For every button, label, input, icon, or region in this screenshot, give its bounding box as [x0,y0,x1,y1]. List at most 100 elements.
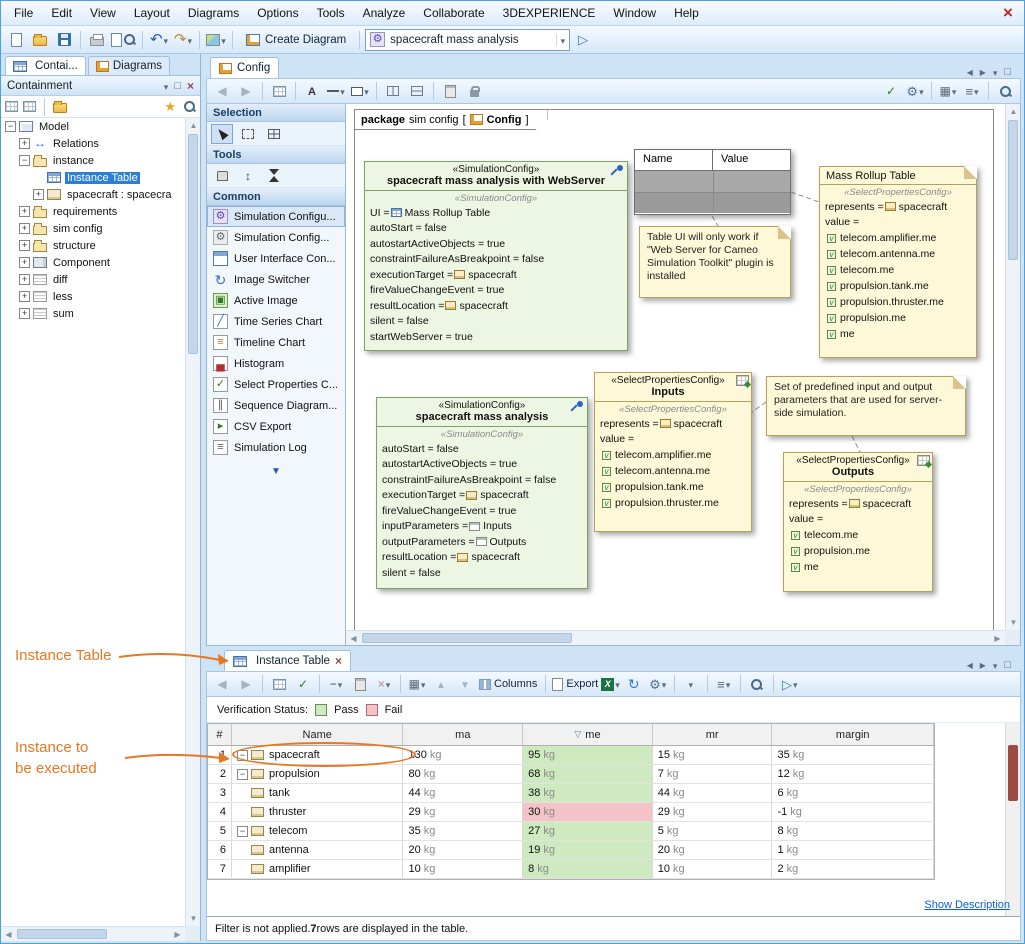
name-cell[interactable]: thruster [232,803,404,821]
maximize-panel-icon[interactable] [1004,65,1011,78]
horizontal-scrollbar[interactable]: ◀ ▶ [346,630,1005,645]
tree-item[interactable]: +structure [1,237,185,254]
expander-icon[interactable]: + [19,257,30,268]
view-options-button[interactable] [713,673,735,695]
scroll-right-icon[interactable]: ▶ [990,631,1005,646]
print-button[interactable] [86,29,108,51]
menu-item[interactable]: Help [665,1,708,25]
column-header-number[interactable]: # [208,724,232,745]
menu-item[interactable]: View [81,1,125,25]
more-button[interactable] [680,673,702,695]
table-row[interactable]: 6antenna20kg19kg20kg1kg [208,841,934,860]
expander-icon[interactable]: − [237,826,248,837]
palette-item[interactable]: Simulation Config... [207,227,345,248]
ui-mockup-table[interactable]: NameValue [634,149,791,215]
more-tools-button[interactable] [207,458,345,482]
table-row[interactable]: 7amplifier10kg8kg10kg2kg [208,860,934,879]
tab-list-icon[interactable] [993,659,998,671]
name-cell[interactable]: −telecom [232,822,404,840]
column-header-ma[interactable]: ma [403,724,523,745]
palette-item[interactable]: Image Switcher [207,269,345,290]
palette-item[interactable]: Timeline Chart [207,332,345,353]
show-containment-button[interactable] [268,80,290,102]
menu-item[interactable]: Edit [42,1,81,25]
back-button[interactable] [211,673,233,695]
float-panel-icon[interactable] [174,79,181,92]
menu-item[interactable]: File [5,1,42,25]
menu-item[interactable]: Analyze [354,1,415,25]
palette-item[interactable]: Simulation Log [207,437,345,458]
expander-icon[interactable]: + [19,223,30,234]
menu-item[interactable]: Layout [125,1,179,25]
menu-item[interactable]: Tools [308,1,354,25]
grid-options-button[interactable] [937,80,959,102]
next-tab-icon[interactable] [980,66,986,78]
forward-button[interactable] [235,673,257,695]
previous-tab-icon[interactable] [967,659,973,671]
wait-tool-button[interactable] [263,166,285,186]
expand-all-icon[interactable] [23,101,36,112]
inputs-config[interactable]: «SelectPropertiesConfig»Inputs «SelectPr… [594,372,752,532]
expander-icon[interactable]: + [33,189,44,200]
palette-item[interactable]: User Interface Con... [207,248,345,269]
horizontal-scrollbar[interactable]: ◀ ▶ [1,926,185,941]
tree-item[interactable]: Instance Table [1,169,185,186]
table-row[interactable]: 3tank44kg38kg44kg6kg [208,784,934,803]
tree-item[interactable]: +diff [1,271,185,288]
tree-item[interactable]: +Relations [1,135,185,152]
column-header-mr[interactable]: mr [653,724,773,745]
column-header-name[interactable]: Name [232,724,404,745]
note-webserver[interactable]: Table UI will only work if "Web Server f… [639,226,791,298]
tree-item[interactable]: +sum [1,305,185,322]
scroll-right-icon[interactable]: ▶ [170,927,185,942]
diagram-options-button[interactable] [904,80,926,102]
expander-icon[interactable]: + [19,240,30,251]
expander-icon[interactable]: + [19,138,30,149]
undo-button[interactable] [148,29,170,51]
marquee-tool-button[interactable] [237,124,259,144]
scroll-up-icon[interactable]: ▲ [1006,104,1021,119]
forward-button[interactable] [235,80,257,102]
move-up-button[interactable] [430,673,452,695]
maximize-panel-icon[interactable] [1004,658,1011,671]
tree-item[interactable]: +sim config [1,220,185,237]
vertical-swimlane-button[interactable] [382,80,404,102]
scroll-left-icon[interactable]: ◀ [346,631,361,646]
expander-icon[interactable]: + [19,206,30,217]
table-row[interactable]: 1−spacecraft130kg95kg15kg35kg [208,746,934,765]
move-down-button[interactable] [454,673,476,695]
run-button[interactable] [779,673,801,695]
table-row[interactable]: 4thruster29kg30kg29kg-1kg [208,803,934,822]
grid-select-tool-button[interactable] [263,124,285,144]
table-vertical-scrollbar[interactable] [1005,723,1020,921]
name-cell[interactable]: −spacecraft [232,746,404,764]
palette-item[interactable]: Simulation Configu... [207,206,345,227]
expander-icon[interactable]: + [19,274,30,285]
palette-item[interactable]: Active Image [207,290,345,311]
redo-button[interactable] [172,29,194,51]
palette-item[interactable]: CSV Export [207,416,345,437]
delete-button[interactable] [373,673,395,695]
options-button[interactable] [647,673,669,695]
shape-style-button[interactable] [349,80,371,102]
tree-item[interactable]: +requirements [1,203,185,220]
text-tool-button[interactable] [301,80,323,102]
search-icon[interactable] [183,100,196,113]
palette-item[interactable]: Sequence Diagram... [207,395,345,416]
previous-tab-icon[interactable] [967,66,973,78]
open-diagram-icon[interactable] [53,103,67,113]
print-preview-button[interactable] [110,29,137,51]
remove-button[interactable] [325,673,347,695]
palette-item[interactable]: Time Series Chart [207,311,345,332]
scroll-down-icon[interactable]: ▼ [1006,615,1021,630]
menu-item[interactable]: Options [248,1,307,25]
palette-item[interactable]: Histogram [207,353,345,374]
expander-icon[interactable]: + [19,308,30,319]
validation-button[interactable] [292,673,314,695]
new-project-button[interactable] [5,29,27,51]
column-header-margin[interactable]: margin [772,724,934,745]
note-parameters[interactable]: Set of predefined input and output param… [766,376,966,436]
line-style-button[interactable] [325,80,347,102]
distribute-tool-button[interactable] [237,166,259,186]
favorites-icon[interactable] [164,100,176,113]
